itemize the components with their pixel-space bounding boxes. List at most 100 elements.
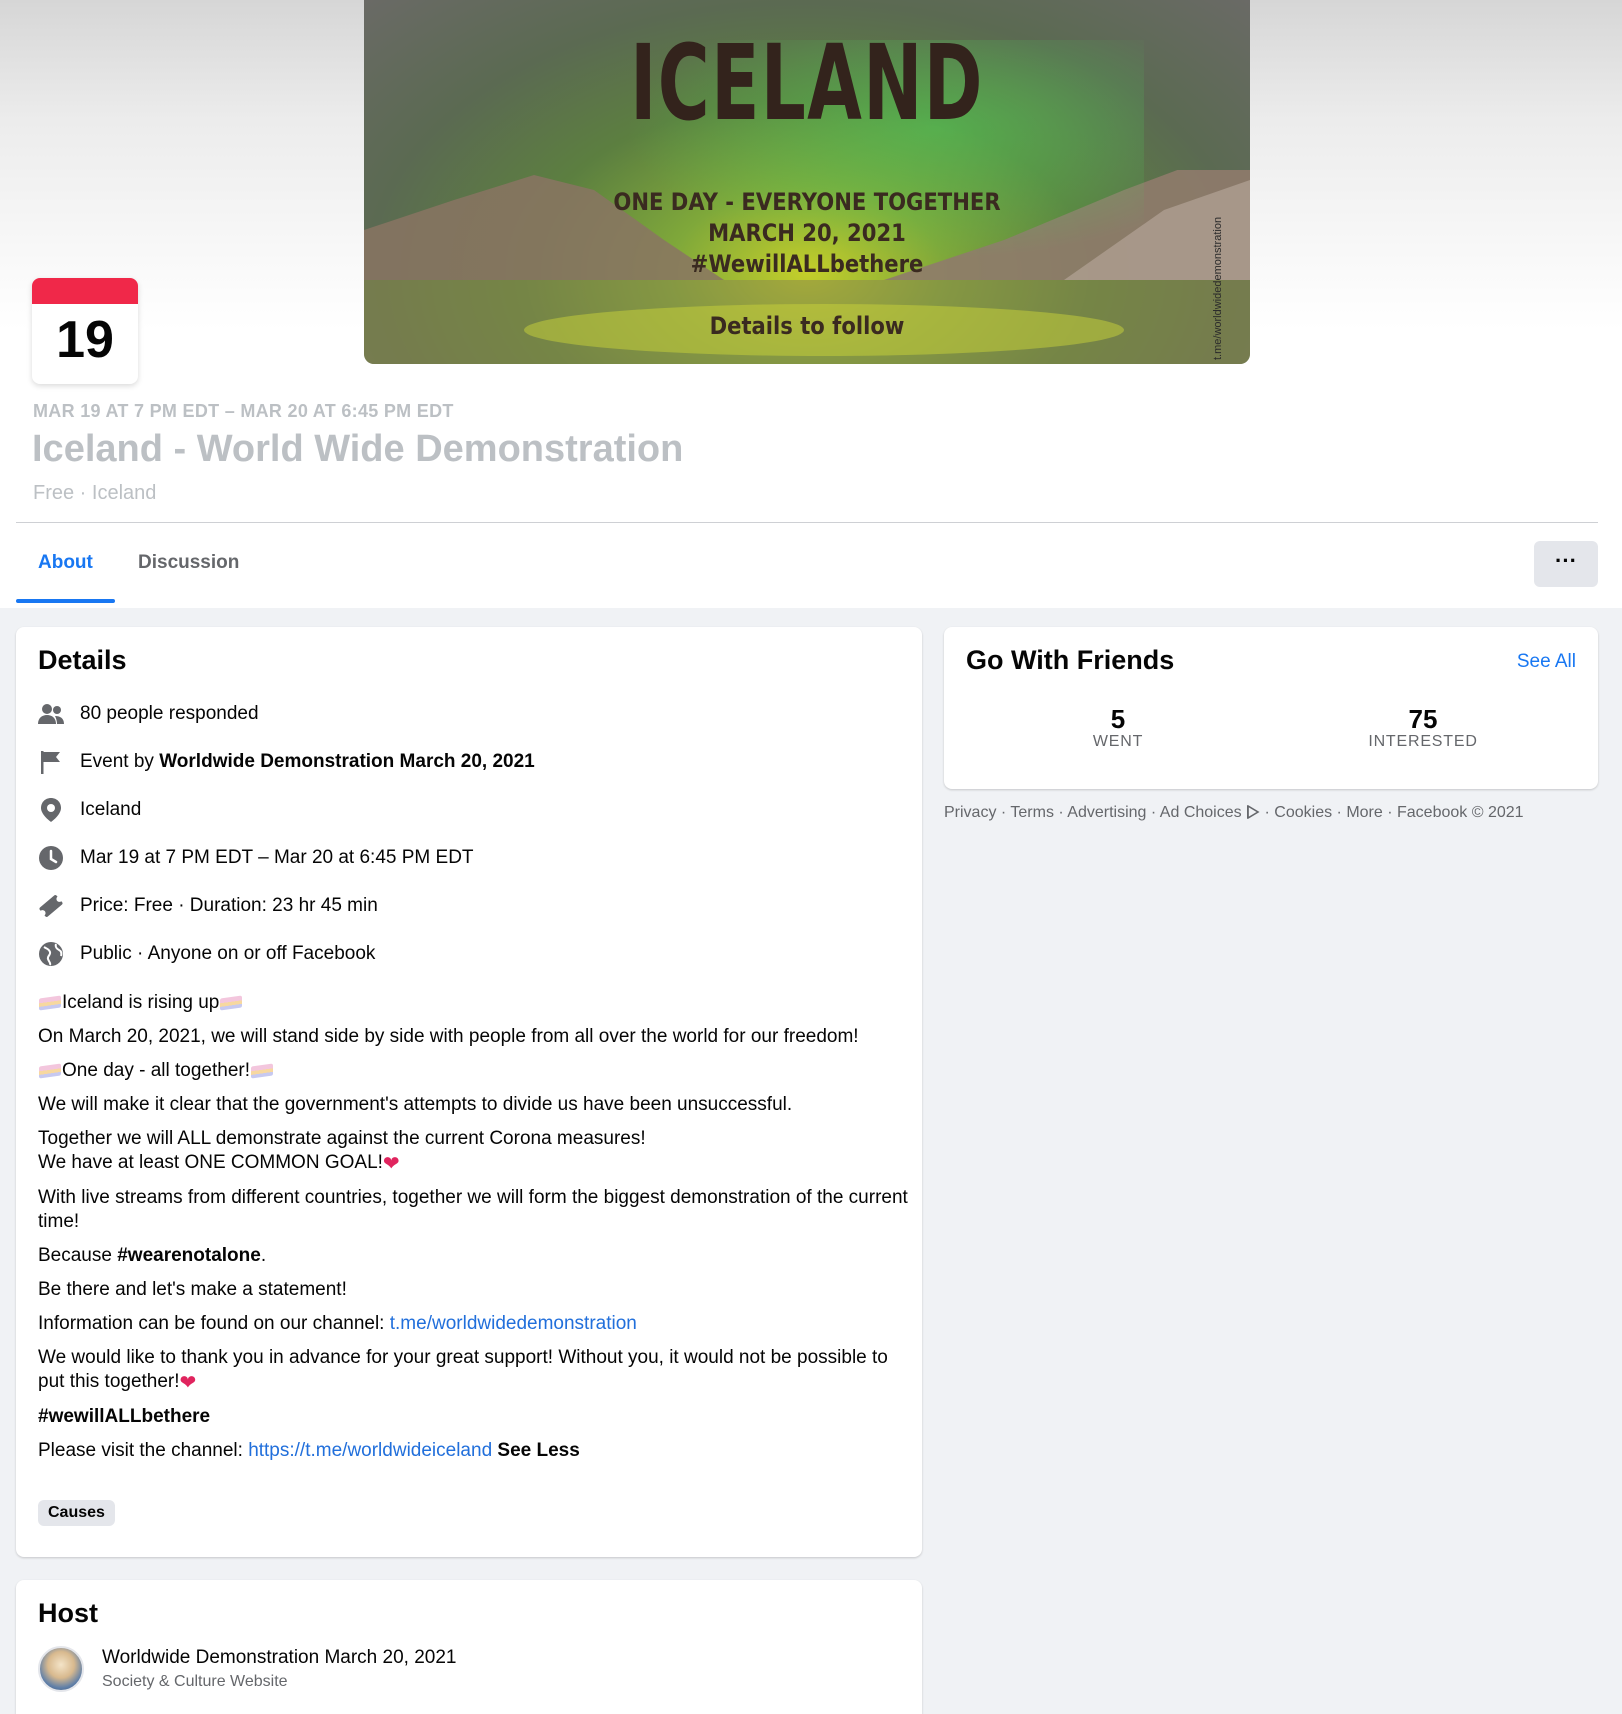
host-category: Society & Culture Website xyxy=(102,1673,288,1690)
footer-ad-choices-link[interactable]: Ad Choices xyxy=(1160,804,1242,821)
flag-icon xyxy=(38,749,64,775)
see-all-link[interactable]: See All xyxy=(1517,651,1576,673)
see-less-button[interactable]: See Less xyxy=(497,1440,579,1461)
interested-count: 75 xyxy=(1408,704,1438,734)
footer-sep: · xyxy=(1332,804,1347,821)
desc-paragraph: With live streams from different countri… xyxy=(38,1187,908,1232)
cover-line-1: ONE DAY - EVERYONE TOGETHER xyxy=(613,188,1001,216)
footer-advertising-link[interactable]: Advertising xyxy=(1067,804,1146,821)
desc-paragraph: Be there and let's make a statement! xyxy=(38,1279,347,1300)
cover-line-2: MARCH 20, 2021 xyxy=(708,219,906,247)
footer-copyright: Facebook © 2021 xyxy=(1397,804,1524,821)
channel-link[interactable]: https://t.me/worldwideiceland xyxy=(248,1440,492,1461)
footer-privacy-link[interactable]: Privacy xyxy=(944,804,996,821)
desc-text: Because xyxy=(38,1245,118,1266)
host-avatar[interactable] xyxy=(38,1646,84,1692)
tab-discussion[interactable]: Discussion xyxy=(116,523,261,603)
friends-heading: Go With Friends xyxy=(966,645,1175,675)
privacy-text: Public · Anyone on or off Facebook xyxy=(80,943,376,964)
event-title: Iceland - World Wide Demonstration xyxy=(32,428,684,470)
desc-paragraph: We would like to thank you in advance fo… xyxy=(38,1346,908,1395)
footer-sep: · xyxy=(996,804,1011,821)
went-stat[interactable]: 5 WENT xyxy=(1018,705,1218,751)
footer-sep: · xyxy=(1146,804,1160,821)
desc-paragraph: #wewillALLbethere xyxy=(38,1405,908,1429)
footer-cookies-link[interactable]: Cookies xyxy=(1274,804,1332,821)
desc-text: We have at least ONE COMMON GOAL! xyxy=(38,1152,383,1173)
flag-emoji-icon xyxy=(39,995,61,1011)
details-location-row: Iceland xyxy=(38,795,141,825)
desc-paragraph: Together we will ALL demonstrate against… xyxy=(38,1127,908,1176)
details-price-row: Price: Free · Duration: 23 hr 45 min xyxy=(38,891,378,921)
desc-text: We would like to thank you in advance fo… xyxy=(38,1347,888,1392)
desc-paragraph: Because #wearenotalone. xyxy=(38,1244,908,1268)
heart-emoji-icon: ❤ xyxy=(382,1153,400,1175)
interested-stat[interactable]: 75 INTERESTED xyxy=(1323,705,1523,751)
responded-text: 80 people responded xyxy=(80,703,259,724)
went-label: WENT xyxy=(1092,733,1144,750)
flag-emoji-icon xyxy=(251,1063,273,1079)
heart-emoji-icon: ❤ xyxy=(179,1372,197,1394)
footer-sep: · xyxy=(1382,804,1397,821)
footer-sep: · xyxy=(1053,804,1068,821)
desc-paragraph: Please visit the channel: https://t.me/w… xyxy=(38,1439,908,1463)
details-time-row: Mar 19 at 7 PM EDT – Mar 20 at 6:45 PM E… xyxy=(38,843,474,873)
cover-photo[interactable]: ICELAND ONE DAY - EVERYONE TOGETHER MARC… xyxy=(364,0,1250,364)
hashtag-link[interactable]: #wearenotalone xyxy=(117,1245,261,1266)
details-card: Details 80 people responded Event by Wor… xyxy=(16,627,922,1557)
event-date-line: MAR 19 AT 7 PM EDT – MAR 20 AT 6:45 PM E… xyxy=(33,401,454,421)
desc-text: Information can be found on our channel: xyxy=(38,1313,390,1334)
globe-icon xyxy=(38,941,64,967)
event-subline: Free · Iceland xyxy=(33,482,157,504)
more-options-button[interactable]: ··· xyxy=(1534,541,1598,587)
desc-text: Together we will ALL demonstrate against… xyxy=(38,1128,646,1149)
calendar-icon: 19 xyxy=(32,278,138,384)
footer-sep: · xyxy=(1260,804,1275,821)
event-by-prefix: Event by xyxy=(80,751,160,772)
people-icon xyxy=(38,701,64,727)
calendar-bar xyxy=(32,278,138,304)
host-heading: Host xyxy=(38,1598,98,1628)
cover-vertical-url: t.me/worldwidedemonstration xyxy=(1212,216,1224,360)
go-with-friends-card: Go With Friends See All 5 WENT 75 INTERE… xyxy=(944,627,1598,789)
desc-paragraph: On March 20, 2021, we will stand side by… xyxy=(38,1026,859,1047)
host-row[interactable]: Worldwide Demonstration March 20, 2021 S… xyxy=(38,1646,457,1692)
details-host-row: Event by Worldwide Demonstration March 2… xyxy=(38,747,535,777)
desc-paragraph: Information can be found on our channel:… xyxy=(38,1312,908,1336)
event-description: Iceland is rising up On March 20, 2021, … xyxy=(38,991,908,1473)
desc-paragraph: One day - all together! xyxy=(38,1059,908,1083)
details-privacy-row: Public · Anyone on or off Facebook xyxy=(38,939,375,969)
desc-text: Please visit the channel: xyxy=(38,1440,249,1461)
page-footer: Privacy · Terms · Advertising · Ad Choic… xyxy=(944,804,1524,822)
desc-text: One day - all together! xyxy=(62,1060,250,1081)
desc-paragraph: We will make it clear that the governmen… xyxy=(38,1094,793,1115)
host-card: Host Worldwide Demonstration March 20, 2… xyxy=(16,1580,922,1714)
ticket-icon xyxy=(38,893,64,919)
hashtag-link[interactable]: #wewillALLbethere xyxy=(38,1406,210,1427)
location-text[interactable]: Iceland xyxy=(80,799,141,821)
ad-choices-icon xyxy=(1242,804,1260,821)
location-pin-icon xyxy=(38,797,64,823)
went-count: 5 xyxy=(1110,704,1126,734)
details-heading: Details xyxy=(38,645,127,675)
clock-icon xyxy=(38,845,64,871)
cover-line-3: #WewillALLbethere xyxy=(690,250,924,278)
channel-link[interactable]: t.me/worldwidedemonstration xyxy=(390,1313,637,1334)
desc-text: Iceland is rising up xyxy=(62,992,220,1013)
flag-emoji-icon xyxy=(39,1063,61,1079)
desc-text: . xyxy=(260,1245,267,1266)
footer-terms-link[interactable]: Terms xyxy=(1010,804,1054,821)
flag-emoji-icon xyxy=(220,995,243,1011)
footer-more-link[interactable]: More xyxy=(1346,804,1382,821)
price-text: Price: Free · Duration: 23 hr 45 min xyxy=(80,895,378,916)
interested-label: INTERESTED xyxy=(1368,733,1478,750)
cover-line-4: Details to follow xyxy=(709,312,905,340)
tab-about[interactable]: About xyxy=(16,523,115,603)
cover-title: ICELAND xyxy=(630,22,984,144)
desc-paragraph: Iceland is rising up xyxy=(38,991,908,1015)
host-name[interactable]: Worldwide Demonstration March 20, 2021 xyxy=(102,1647,457,1669)
calendar-day: 19 xyxy=(56,311,114,369)
details-responded-row: 80 people responded xyxy=(38,699,259,729)
category-tag[interactable]: Causes xyxy=(38,1500,115,1526)
event-by-name-link[interactable]: Worldwide Demonstration March 20, 2021 xyxy=(159,751,535,773)
